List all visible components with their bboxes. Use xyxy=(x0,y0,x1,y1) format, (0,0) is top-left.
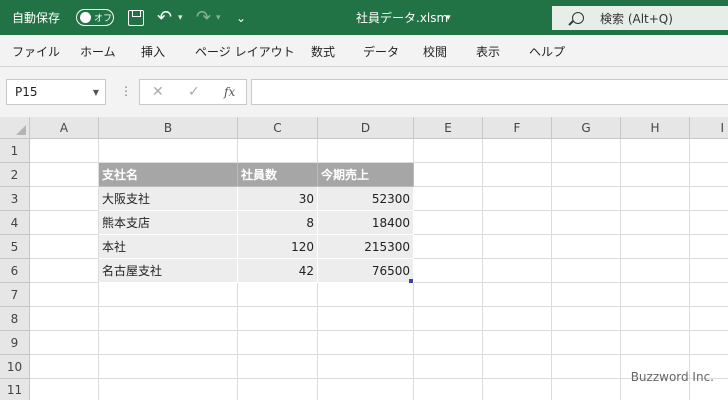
tab-page-layout[interactable]: ページ レイアウト xyxy=(195,43,295,60)
search-icon xyxy=(572,12,584,24)
ribbon-tabs: ファイル ホーム 挿入 ページ レイアウト 数式 データ 校閲 表示 ヘルプ xyxy=(0,35,728,67)
cancel-icon[interactable]: ✕ xyxy=(152,84,164,100)
customize-qat-icon[interactable]: ⌄ xyxy=(236,0,246,35)
watermark: Buzzword Inc. xyxy=(630,370,714,384)
formula-buttons: ✕ ✓ fx xyxy=(139,79,247,105)
row-header-10[interactable]: 10 xyxy=(0,355,30,379)
row-header-4[interactable]: 4 xyxy=(0,211,30,235)
formula-bar-area: P15 ▼ ⋮ ✕ ✓ fx xyxy=(0,67,728,117)
splitter-handle-icon[interactable]: ⋮ xyxy=(120,84,132,98)
tab-view[interactable]: 表示 xyxy=(476,43,500,60)
select-all-button[interactable] xyxy=(0,117,30,139)
table-cell[interactable]: 120 xyxy=(238,235,318,259)
undo-icon[interactable]: ↶ xyxy=(157,0,172,35)
table-cell[interactable]: 熊本支店 xyxy=(99,211,238,235)
column-header-d[interactable]: D xyxy=(318,117,414,139)
name-box-value: P15 xyxy=(15,85,38,99)
toggle-knob xyxy=(80,12,91,23)
formula-input[interactable] xyxy=(251,79,728,105)
column-header-b[interactable]: B xyxy=(99,117,238,139)
table-cell[interactable]: 8 xyxy=(238,211,318,235)
tab-help[interactable]: ヘルプ xyxy=(529,43,565,60)
row-header-11[interactable]: 11 xyxy=(0,379,30,400)
redo-dropdown-icon[interactable]: ▾ xyxy=(216,0,221,35)
column-header-a[interactable]: A xyxy=(30,117,99,139)
column-header-h[interactable]: H xyxy=(621,117,690,139)
file-name[interactable]: 社員データ.xlsm xyxy=(356,0,448,35)
column-header-f[interactable]: F xyxy=(483,117,552,139)
row-header-9[interactable]: 9 xyxy=(0,331,30,355)
row-header-7[interactable]: 7 xyxy=(0,283,30,307)
row-header-6[interactable]: 6 xyxy=(0,259,30,283)
tab-data[interactable]: データ xyxy=(363,43,399,60)
row-header-3[interactable]: 3 xyxy=(0,187,30,211)
autosave-toggle[interactable]: オフ xyxy=(76,9,114,26)
table-cell[interactable]: 76500 xyxy=(318,259,414,283)
redo-icon[interactable]: ↷ xyxy=(196,0,211,35)
table-cell[interactable]: 215300 xyxy=(318,235,414,259)
column-header-c[interactable]: C xyxy=(238,117,318,139)
tab-formulas[interactable]: 数式 xyxy=(311,43,335,60)
search-box[interactable]: 検索 (Alt+Q) xyxy=(552,6,728,30)
row-header-8[interactable]: 8 xyxy=(0,307,30,331)
table-cell[interactable]: 52300 xyxy=(318,187,414,211)
column-header-i[interactable]: I xyxy=(690,117,728,139)
title-bar: 自動保存 オフ ↶ ▾ ↷ ▾ ⌄ 社員データ.xlsm ▾ 検索 (Alt+Q… xyxy=(0,0,728,35)
autosave-label: 自動保存 xyxy=(12,11,61,25)
search-label: 検索 (Alt+Q) xyxy=(600,11,673,26)
table-cell[interactable]: 大阪支社 xyxy=(99,187,238,211)
column-header-g[interactable]: G xyxy=(552,117,621,139)
file-name-dropdown-icon[interactable]: ▾ xyxy=(446,0,451,35)
row-header-5[interactable]: 5 xyxy=(0,235,30,259)
table-cell[interactable]: 30 xyxy=(238,187,318,211)
row-header-2[interactable]: 2 xyxy=(0,163,30,187)
undo-dropdown-icon[interactable]: ▾ xyxy=(178,0,183,35)
table-resize-handle[interactable] xyxy=(409,279,413,283)
tab-insert[interactable]: 挿入 xyxy=(141,43,165,60)
save-icon[interactable] xyxy=(128,10,144,26)
enter-icon[interactable]: ✓ xyxy=(188,84,200,100)
table-header-branch[interactable]: 支社名 xyxy=(99,163,238,187)
name-box-dropdown-icon[interactable]: ▼ xyxy=(93,88,99,97)
worksheet-grid[interactable]: A B C D E F G H I 1 2 3 4 5 6 7 8 9 10 1… xyxy=(0,117,728,400)
tab-file[interactable]: ファイル xyxy=(12,43,60,60)
tab-home[interactable]: ホーム xyxy=(80,43,116,60)
name-box[interactable]: P15 ▼ xyxy=(6,79,106,105)
table-header-employees[interactable]: 社員数 xyxy=(238,163,318,187)
tab-review[interactable]: 校閲 xyxy=(423,43,447,60)
column-header-e[interactable]: E xyxy=(414,117,483,139)
table-cell[interactable]: 名古屋支社 xyxy=(99,259,238,283)
insert-function-icon[interactable]: fx xyxy=(224,85,235,99)
table-cell[interactable]: 18400 xyxy=(318,211,414,235)
table-cell[interactable]: 42 xyxy=(238,259,318,283)
table-cell[interactable]: 本社 xyxy=(99,235,238,259)
row-header-1[interactable]: 1 xyxy=(0,139,30,163)
table-header-sales[interactable]: 今期売上 xyxy=(318,163,414,187)
autosave-state: オフ xyxy=(94,14,113,24)
